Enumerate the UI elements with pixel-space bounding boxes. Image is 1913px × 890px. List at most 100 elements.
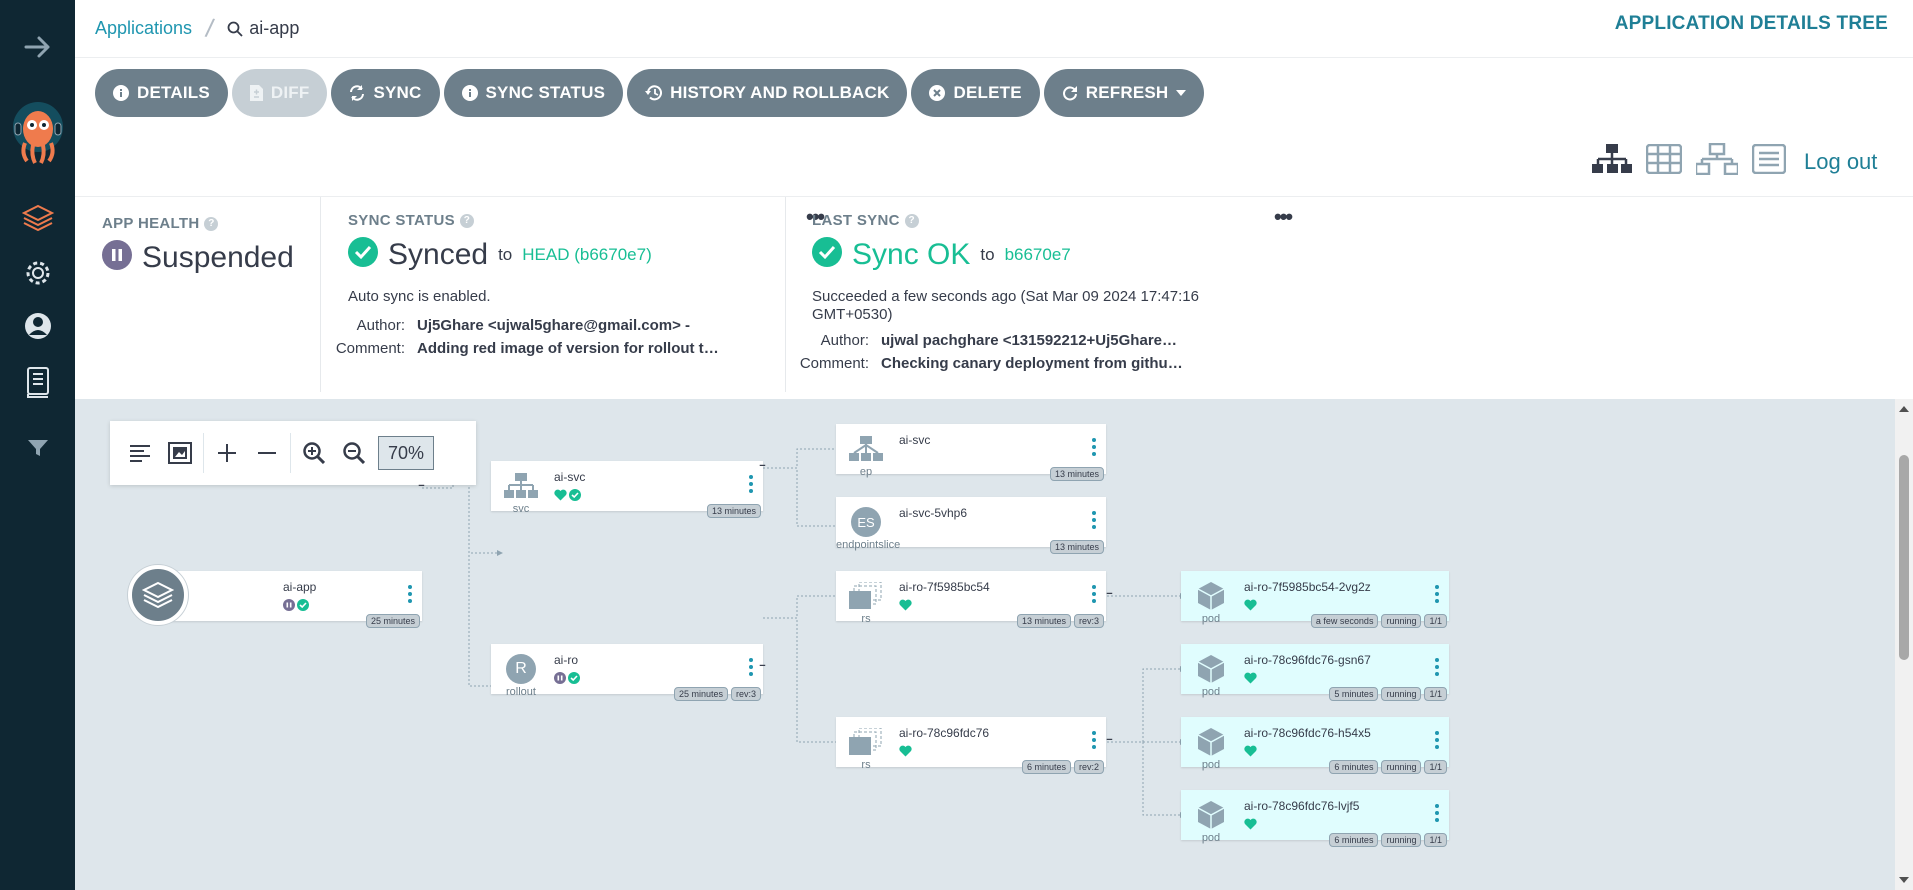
applications-icon[interactable] [0,200,75,236]
help-icon[interactable]: ? [204,216,219,231]
node-menu-button[interactable] [1435,731,1439,749]
node-service[interactable]: svc ai-svc 13 minutes [491,461,763,518]
healthy-heart-icon [554,488,567,506]
healthy-heart-icon [1244,598,1257,616]
last-sync-revision-link[interactable]: b6670e7 [1005,245,1071,265]
revision-tag: rev:2 [1073,760,1104,774]
collapse-toggle[interactable]: − [757,661,768,673]
filter-icon[interactable] [0,434,75,462]
collapse-toggle[interactable]: − [1104,589,1115,601]
node-pod[interactable]: pod ai-ro-7f5985bc54-2vg2z a few seconds… [1181,571,1449,628]
synced-check-icon [348,237,378,272]
refresh-button[interactable]: REFRESH [1043,69,1205,117]
breadcrumb-applications-link[interactable]: Applications [95,18,192,39]
collapse-toggle[interactable]: − [757,461,768,473]
node-menu-button[interactable] [749,658,753,676]
expand-all-icon[interactable] [207,433,247,473]
endpointslice-icon: ES [846,505,886,539]
node-menu-button[interactable] [749,475,753,493]
resource-tree-canvas[interactable]: 70% ai-app 25 minutes − svc ai-svc 13 mi… [75,399,1895,890]
tree-view-icon[interactable] [1592,144,1632,179]
scroll-up-icon[interactable] [1899,405,1909,413]
node-menu-button[interactable] [1435,658,1439,676]
node-name: ai-ro-7f5985bc54 [899,580,990,594]
history-and-rollback-button[interactable]: HISTORY AND ROLLBACK [627,69,908,117]
node-endpoints[interactable]: ep ai-svc 13 minutes [836,424,1106,481]
node-menu-button[interactable] [408,585,412,603]
application-icon [128,565,188,625]
sync-status-label: SYNC STATUS ? [348,212,833,229]
help-icon[interactable]: ? [459,213,474,228]
node-tags: 25 minutes [365,614,420,628]
node-endpointslice[interactable]: ES endpointslice ai-svc-5vhp6 13 minutes [836,497,1106,554]
node-rollout[interactable]: R rollout ai-ro 25 minutes rev:3 [491,644,763,701]
info-icon [461,85,478,101]
sync-comment-row: Comment: Adding red image of version for… [321,340,833,357]
node-name: ai-ro-7f5985bc54-2vg2z [1244,580,1371,594]
node-name: ai-ro-78c96fdc76 [899,726,990,740]
service-icon [501,469,541,503]
scroll-down-icon[interactable] [1899,876,1909,884]
help-icon[interactable]: ? [904,213,919,228]
node-menu-button[interactable] [1435,585,1439,603]
documentation-icon[interactable] [0,364,75,400]
author-label: Author: [356,317,405,334]
node-status [899,744,912,762]
healthy-heart-icon [899,744,912,762]
delete-button[interactable]: DELETE [911,69,1040,117]
list-view-icon[interactable] [1751,143,1787,179]
argo-logo[interactable] [0,98,75,166]
zoom-out-icon[interactable] [334,433,374,473]
delete-icon [929,85,946,101]
scrollbar-thumb[interactable] [1899,455,1909,660]
node-replicaset[interactable]: rs ai-ro-7f5985bc54 13 minutes rev:3 [836,571,1106,628]
breadcrumb-current[interactable]: ai-app [227,18,299,39]
node-name: ai-ro [554,653,579,667]
healthy-heart-icon [1244,744,1257,762]
node-tags: 25 minutes rev:3 [673,687,761,701]
collapse-toggle[interactable]: − [1104,735,1115,747]
details-label: DETAILS [137,83,210,102]
node-replicaset[interactable]: rs ai-ro-78c96fdc76 6 minutes rev:2 [836,717,1106,774]
breadcrumb-separator: / [203,12,216,44]
sync-button[interactable]: SYNC [331,69,440,117]
fit-screen-icon[interactable] [160,433,200,473]
align-left-icon[interactable] [120,433,160,473]
sync-status-button[interactable]: SYNC STATUS [443,69,624,117]
node-menu-button[interactable] [1092,511,1096,529]
logout-link[interactable]: Log out [1804,149,1877,175]
file-diff-icon [249,85,263,101]
node-status [554,488,581,506]
replicaset-icon [846,579,886,613]
node-pod[interactable]: pod ai-ro-78c96fdc76-h54x5 6 minutes run… [1181,717,1449,774]
user-info-icon[interactable] [0,308,75,344]
sync-author-row: Author: Uj5Ghare <ujwal5ghare@gmail.com>… [321,317,833,334]
node-app[interactable]: ai-app 25 minutes [155,571,422,628]
collapse-toggle[interactable]: − [416,481,427,493]
canvas-scrollbar[interactable] [1895,399,1913,890]
node-pod[interactable]: pod ai-ro-78c96fdc76-gsn67 5 minutes run… [1181,644,1449,701]
diff-button[interactable]: DIFF [231,69,328,117]
node-menu-button[interactable] [1092,731,1096,749]
expand-sidebar-icon[interactable] [0,30,75,64]
pods-view-icon[interactable] [1645,143,1683,179]
app-health-label-text: APP HEALTH [102,215,200,232]
node-menu-button[interactable] [1092,585,1096,603]
last-sync-more-button[interactable]: ••• [1274,204,1293,230]
pod-icon [1191,798,1231,832]
sync-ok-check-icon [812,237,842,272]
settings-icon[interactable] [0,255,75,291]
collapse-all-icon[interactable] [247,433,287,473]
age-tag: 6 minutes [1329,833,1379,847]
age-tag: 13 minutes [1049,467,1104,481]
details-button[interactable]: DETAILS [95,69,228,117]
zoom-in-icon[interactable] [294,433,334,473]
last-sync-succeeded: Succeeded a few seconds ago (Sat Mar 09 … [812,288,1199,323]
sync-revision-link[interactable]: HEAD (b6670e7) [522,245,651,265]
node-status [899,598,912,616]
network-view-icon[interactable] [1694,142,1740,180]
node-pod[interactable]: pod ai-ro-78c96fdc76-lvjf5 6 minutes run… [1181,790,1449,847]
node-menu-button[interactable] [1092,438,1096,456]
node-menu-button[interactable] [1435,804,1439,822]
age-tag: 6 minutes [1329,760,1379,774]
